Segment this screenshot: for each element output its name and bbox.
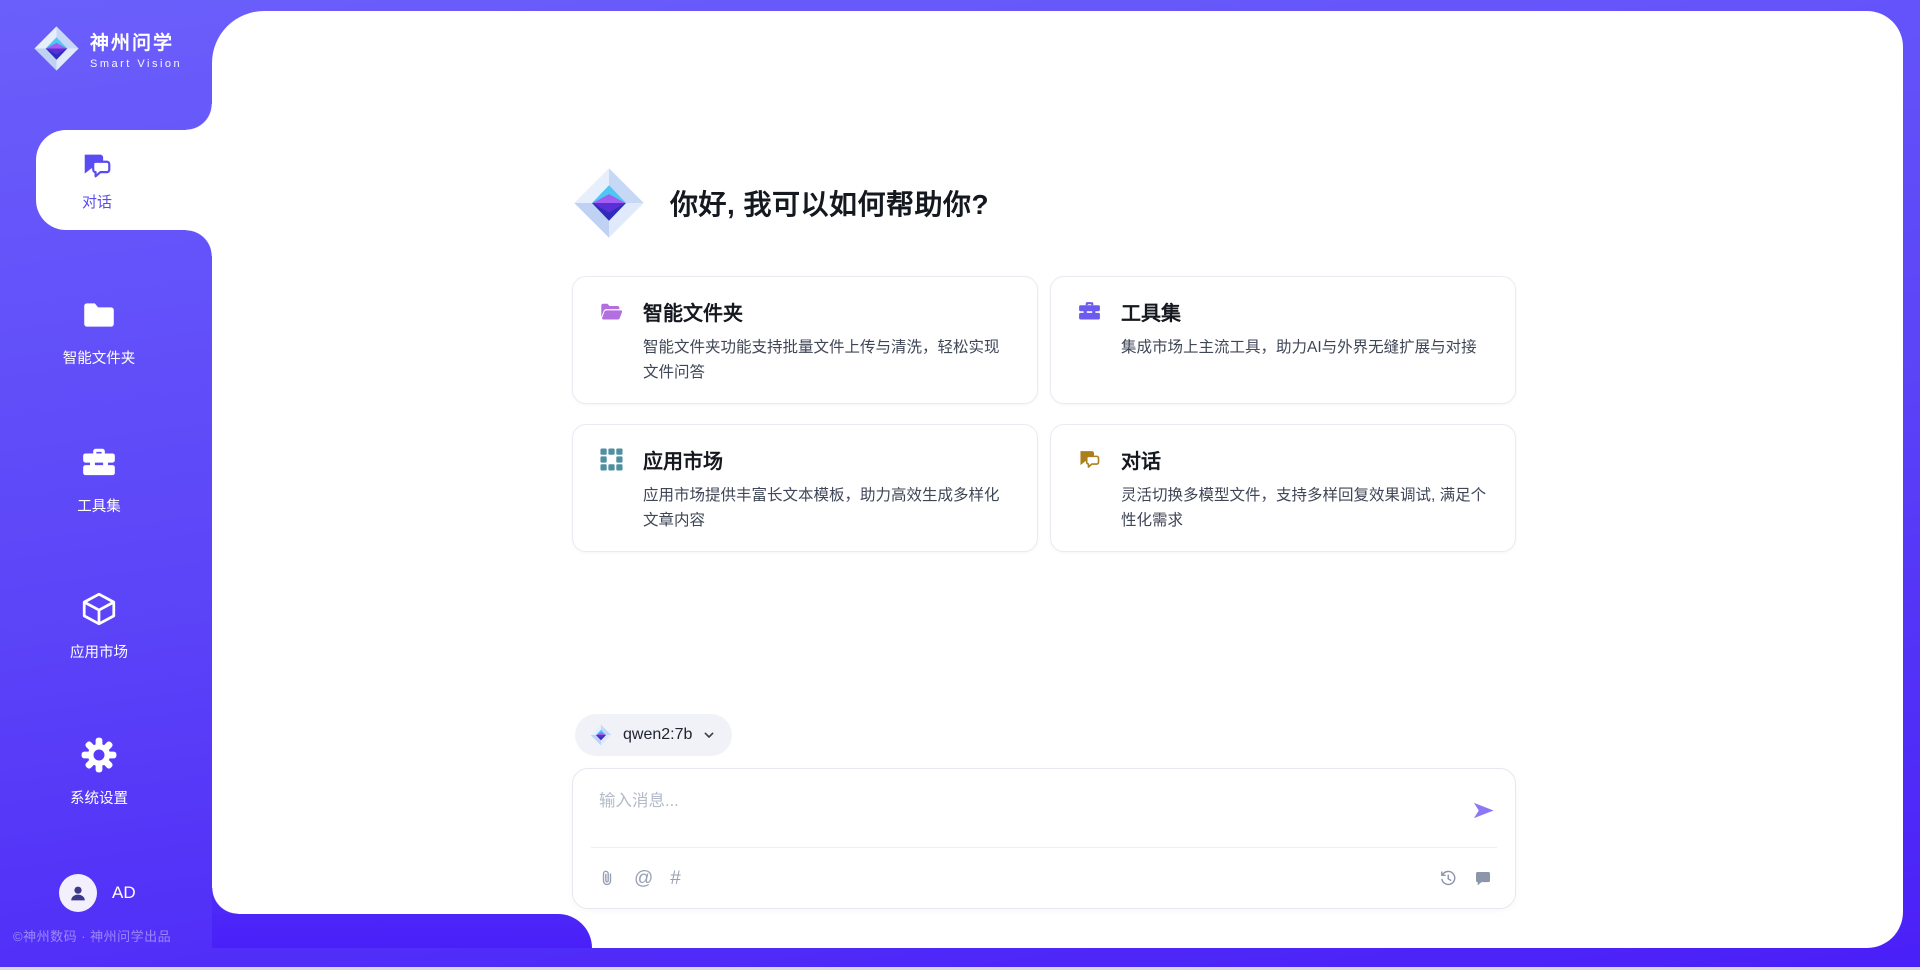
card-description: 智能文件夹功能支持批量文件上传与清洗，轻松实现文件问答 <box>643 335 1011 385</box>
folder-icon <box>80 296 118 334</box>
card-title: 工具集 <box>1121 297 1181 326</box>
folder-open-icon <box>599 299 624 324</box>
greeting: 你好, 我可以如何帮助你? <box>572 166 989 240</box>
model-name: qwen2:7b <box>623 726 692 744</box>
card-description: 灵活切换多模型文件，支持多样回复效果调试, 满足个性化需求 <box>1121 483 1489 533</box>
app-name: 神州问学 <box>90 28 182 55</box>
sidebar-item-smart-folder[interactable]: 智能文件夹 <box>0 296 198 368</box>
sidebar-item-app-market[interactable]: 应用市场 <box>0 590 198 662</box>
message-input[interactable]: 输入消息... <box>599 787 1459 811</box>
card-description: 应用市场提供丰富长文本模板，助力高效生成多样化文章内容 <box>643 483 1011 533</box>
sidebar-item-label: 应用市场 <box>0 641 198 662</box>
card-title: 智能文件夹 <box>643 297 743 326</box>
hash-icon[interactable]: # <box>670 869 681 888</box>
app-window: 神州问学 Smart Vision 对话 智能文件夹 <box>0 0 1920 970</box>
copyright-footer: ©神州数码 · 神州问学出品 <box>13 926 213 945</box>
composer-toolbar: @ # <box>597 848 1493 908</box>
sidebar-item-label: 系统设置 <box>0 787 198 808</box>
card-toolset[interactable]: 工具集 集成市场上主流工具，助力AI与外界无缝扩展与对接 <box>1050 276 1516 404</box>
sidebar-item-label: 对话 <box>82 191 112 212</box>
sidebar-item-label: 工具集 <box>0 495 198 516</box>
chevron-down-icon <box>701 727 717 743</box>
user-name: AD <box>112 883 136 903</box>
history-button[interactable] <box>1438 868 1458 888</box>
avatar <box>59 874 97 912</box>
message-icon <box>1473 868 1493 888</box>
sidebar-item-chat[interactable]: 对话 <box>36 130 212 230</box>
model-selector[interactable]: qwen2:7b <box>575 714 732 756</box>
app-subtitle: Smart Vision <box>90 58 182 70</box>
decorative-fillet <box>212 888 238 914</box>
card-title: 应用市场 <box>643 445 723 474</box>
grid-icon <box>599 447 624 472</box>
person-icon <box>66 881 90 905</box>
history-icon <box>1438 868 1458 888</box>
card-title: 对话 <box>1121 445 1161 474</box>
app-logo: 神州问学 Smart Vision <box>33 25 182 72</box>
chat-bubbles-icon <box>1077 447 1102 472</box>
sidebar-item-label: 智能文件夹 <box>0 347 198 368</box>
cube-icon <box>80 590 118 628</box>
card-description: 集成市场上主流工具，助力AI与外界无缝扩展与对接 <box>1121 335 1489 360</box>
diamond-logo-icon <box>33 25 80 72</box>
card-smart-folder[interactable]: 智能文件夹 智能文件夹功能支持批量文件上传与清洗，轻松实现文件问答 <box>572 276 1038 404</box>
send-button[interactable] <box>1470 797 1497 824</box>
mention-icon[interactable]: @ <box>634 869 653 888</box>
decorative-purple-bulge <box>212 914 592 948</box>
send-icon <box>1470 797 1497 824</box>
diamond-logo-icon <box>572 166 646 240</box>
chat-bubbles-icon <box>80 149 114 183</box>
greeting-title: 你好, 我可以如何帮助你? <box>670 183 989 223</box>
user-account[interactable]: AD <box>59 874 136 912</box>
card-app-market[interactable]: 应用市场 应用市场提供丰富长文本模板，助力高效生成多样化文章内容 <box>572 424 1038 552</box>
diamond-logo-icon <box>590 724 612 746</box>
toolbox-icon <box>1077 299 1102 324</box>
gear-icon <box>80 736 118 774</box>
message-composer: 输入消息... @ # <box>572 768 1516 909</box>
toolbox-icon <box>80 444 118 482</box>
message-bubble-button[interactable] <box>1473 868 1493 888</box>
sidebar-item-settings[interactable]: 系统设置 <box>0 736 198 808</box>
card-chat[interactable]: 对话 灵活切换多模型文件，支持多样回复效果调试, 满足个性化需求 <box>1050 424 1516 552</box>
feature-cards: 智能文件夹 智能文件夹功能支持批量文件上传与清洗，轻松实现文件问答 工具集 集成… <box>572 276 1516 552</box>
sidebar-item-toolset[interactable]: 工具集 <box>0 444 198 516</box>
attach-button[interactable] <box>597 868 617 888</box>
attach-icon <box>597 868 617 888</box>
